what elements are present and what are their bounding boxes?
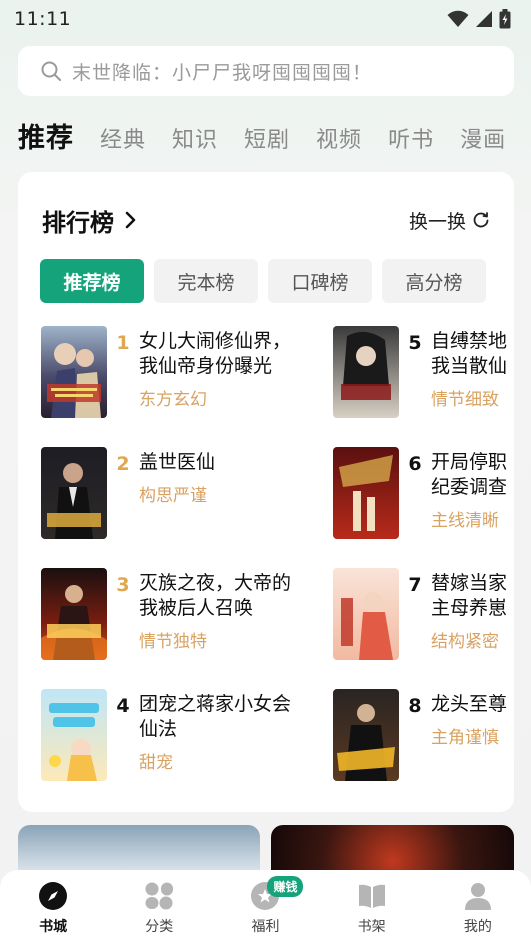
nav-label: 书架 <box>357 919 386 935</box>
book-cover <box>41 568 107 660</box>
nav-bookstore[interactable]: 书城 <box>13 880 93 936</box>
earn-badge: 赚钱 <box>267 876 304 897</box>
book-cover <box>41 689 107 781</box>
book-tag: 构思严谨 <box>139 486 207 506</box>
ranking-chips: 推荐榜 完本榜 口碑榜 高分榜 <box>40 259 486 303</box>
nav-welfare[interactable]: 赚钱 福利 <box>225 876 305 936</box>
book-info: 替嫁当家 主母养崽 结构紧密 <box>431 568 514 660</box>
nav-category[interactable]: 分类 <box>119 880 199 936</box>
book-info: 自缚禁地 我当散仙 情节细致 <box>431 326 514 418</box>
refresh-icon <box>473 212 489 228</box>
status-icons <box>447 9 511 29</box>
book-item[interactable]: 1 女儿大闹修仙界， 我仙帝身份曝光 东方玄幻 <box>41 326 341 418</box>
book-title: 开局停职 纪委调查 <box>431 451 508 498</box>
nav-bookshelf[interactable]: 书架 <box>332 880 412 936</box>
book-rank: 4 <box>116 695 130 717</box>
refresh-label: 换一换 <box>408 210 466 233</box>
search-icon <box>40 60 62 82</box>
book-cover <box>333 326 399 418</box>
book-title: 盖世医仙 <box>139 451 216 473</box>
book-tag: 结构紧密 <box>431 632 499 652</box>
book-cover <box>41 326 107 418</box>
book-item[interactable]: 2 盖世医仙 构思严谨 <box>41 447 341 539</box>
tab-video[interactable]: 视频 <box>316 122 362 154</box>
book-cover <box>333 689 399 781</box>
book-rank: 7 <box>408 574 422 596</box>
book-cover <box>333 447 399 539</box>
tab-comics[interactable]: 漫画 <box>460 122 506 154</box>
tab-knowledge[interactable]: 知识 <box>172 122 218 154</box>
ranking-header: 排行榜 换一换 <box>42 202 490 238</box>
book-info: 开局停职 纪委调查 主线清晰 <box>431 447 514 539</box>
book-icon <box>356 880 388 912</box>
book-cover <box>41 447 107 539</box>
book-title: 龙头至尊 <box>431 693 508 715</box>
ranking-title: 排行榜 <box>42 208 114 237</box>
nav-label: 福利 <box>251 919 280 935</box>
book-cover <box>333 568 399 660</box>
battery-icon <box>499 9 511 29</box>
book-tag: 主角谨慎 <box>431 728 499 748</box>
book-tag: 情节细致 <box>431 390 499 410</box>
category-tabs: 推荐 经典 知识 短剧 视频 听书 漫画 <box>18 116 531 160</box>
book-info: 盖世医仙 构思严谨 <box>139 447 311 539</box>
wifi-icon <box>447 10 469 27</box>
book-title: 自缚禁地 我当散仙 <box>431 330 508 377</box>
book-item[interactable]: 7 替嫁当家 主母养崽 结构紧密 <box>333 568 514 660</box>
book-item[interactable]: 8 龙头至尊 主角谨慎 <box>333 689 514 781</box>
signal-icon <box>476 11 492 27</box>
tab-classic[interactable]: 经典 <box>100 122 146 154</box>
nav-label: 分类 <box>145 919 174 935</box>
grid-icon <box>143 880 175 912</box>
book-tag: 甜宠 <box>139 753 173 773</box>
book-title: 女儿大闹修仙界， 我仙帝身份曝光 <box>139 330 292 377</box>
book-title: 团宠之蒋家小女会 仙法 <box>139 693 292 740</box>
book-rank: 1 <box>116 332 130 354</box>
book-item[interactable]: 5 自缚禁地 我当散仙 情节细致 <box>333 326 514 418</box>
status-time: 11:11 <box>14 8 72 30</box>
nav-label: 书城 <box>39 919 68 935</box>
book-rank: 3 <box>116 574 130 596</box>
person-icon <box>462 880 494 912</box>
ranking-card: 排行榜 换一换 推荐榜 完本榜 口碑榜 高分榜 1 女儿大闹修仙界， 我仙帝身份… <box>18 172 514 812</box>
search-bar[interactable]: 末世降临：小尸尸我呀囤囤囤囤！ <box>18 46 514 96</box>
book-tag: 东方玄幻 <box>139 390 207 410</box>
status-bar: 11:11 <box>0 0 531 38</box>
bottom-nav: 书城 分类 赚钱 福利 书架 我的 <box>0 870 531 944</box>
ranking-title-link[interactable]: 排行榜 <box>42 203 136 238</box>
book-rank: 6 <box>408 453 422 475</box>
tab-short-drama[interactable]: 短剧 <box>244 122 290 154</box>
book-tag: 主线清晰 <box>431 511 499 531</box>
book-rank: 5 <box>408 332 422 354</box>
book-title: 替嫁当家 主母养崽 <box>431 572 508 619</box>
chip-reputation-list[interactable]: 口碑榜 <box>268 259 372 303</box>
book-rank: 8 <box>408 695 422 717</box>
chip-recommend-list[interactable]: 推荐榜 <box>40 259 144 303</box>
chevron-right-icon <box>125 211 136 229</box>
book-item[interactable]: 3 灭族之夜，大帝的 我被后人召唤 情节独特 <box>41 568 341 660</box>
chip-high-score-list[interactable]: 高分榜 <box>382 259 486 303</box>
tab-recommend[interactable]: 推荐 <box>18 116 74 155</box>
book-info: 龙头至尊 主角谨慎 <box>431 689 514 781</box>
book-tag: 情节独特 <box>139 632 207 652</box>
compass-icon <box>37 880 69 912</box>
chip-completed-list[interactable]: 完本榜 <box>154 259 258 303</box>
refresh-button[interactable]: 换一换 <box>409 207 490 234</box>
tab-audiobook[interactable]: 听书 <box>388 122 434 154</box>
book-title: 灭族之夜，大帝的 我被后人召唤 <box>139 572 292 619</box>
book-item[interactable]: 4 团宠之蒋家小女会 仙法 甜宠 <box>41 689 341 781</box>
search-placeholder: 末世降临：小尸尸我呀囤囤囤囤！ <box>72 61 373 84</box>
book-info: 女儿大闹修仙界， 我仙帝身份曝光 东方玄幻 <box>139 326 311 418</box>
book-info: 灭族之夜，大帝的 我被后人召唤 情节独特 <box>139 568 311 660</box>
nav-label: 我的 <box>463 919 492 935</box>
book-item[interactable]: 6 开局停职 纪委调查 主线清晰 <box>333 447 514 539</box>
nav-profile[interactable]: 我的 <box>438 880 518 936</box>
book-info: 团宠之蒋家小女会 仙法 甜宠 <box>139 689 311 781</box>
book-rank: 2 <box>116 453 130 475</box>
